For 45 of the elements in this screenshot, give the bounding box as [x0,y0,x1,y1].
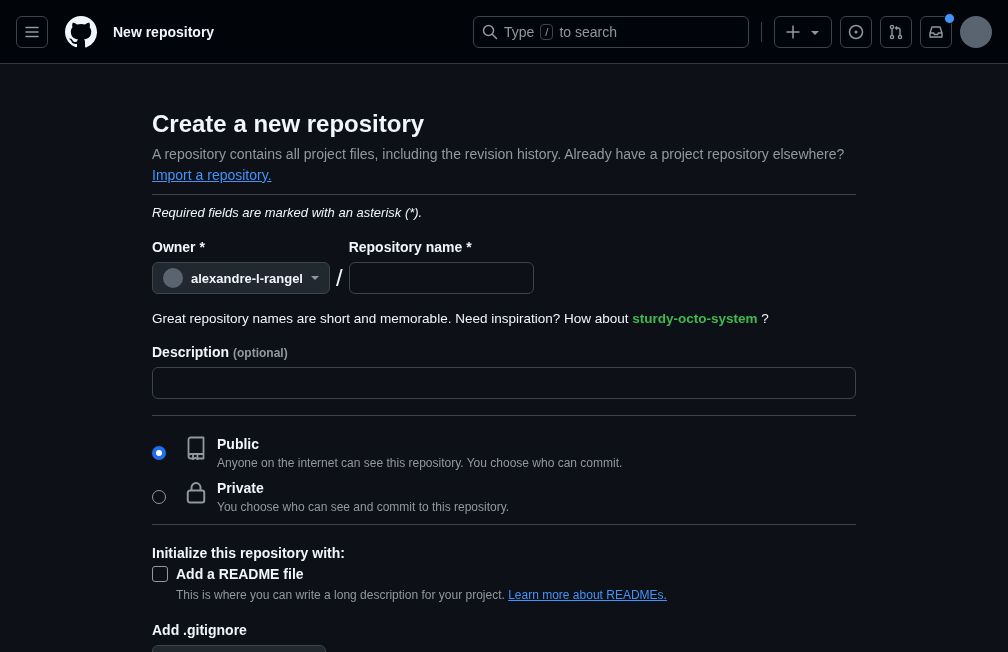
import-link[interactable]: Import a repository. [152,167,272,183]
inbox-button[interactable] [920,15,952,48]
menu-button[interactable] [16,15,48,48]
search-icon [482,23,498,40]
octocat-logo-icon[interactable] [65,15,97,48]
option-description: Anyone on the internet can see this repository. You choose who can commit. [217,456,623,470]
lock-icon [184,480,208,504]
pull-request-icon [888,23,904,40]
option-description: You choose who can see and commit to this repository. [217,500,510,514]
inbox-icon [928,23,944,40]
option-label: Private [217,480,265,496]
name-hint-text: Great repository names are short and memorable. Need inspiration? How about sturdy-octo-system ? [152,311,770,326]
field-label: Add .gitignore [152,622,248,638]
readme-description: This is where you can write a long description for your project. Learn more about READMEs. [176,588,668,602]
caret-icon [311,276,319,280]
circle-dot-icon [848,23,864,40]
search-field[interactable]: Type / to search [473,15,749,48]
search-hint: Type [504,23,535,40]
repository-name-field[interactable] [348,262,534,294]
field-label: Repository name * [348,239,473,255]
plus-caret-icon [785,23,821,40]
create-new-button[interactable] [774,15,832,48]
avatar [163,268,183,288]
page-title: New repository [113,23,215,40]
radio-button[interactable] [152,446,166,460]
section-label: Initialize this repository with: [152,545,346,561]
checkbox[interactable] [152,566,168,582]
issues-button[interactable] [840,15,872,48]
avatar[interactable] [960,15,992,48]
keyboard-key: / [540,23,554,40]
optional-note: (optional) [233,346,288,360]
checkbox-label: Add a README file [176,566,304,582]
readmes-link[interactable]: Learn more about READMEs. [508,588,667,602]
field-label: Description [152,344,229,360]
heading: Create a new repository [152,110,426,138]
field-label: Owner * [152,239,206,255]
pull-requests-button[interactable] [880,15,912,48]
owner-dropdown[interactable]: alexandre-l-rangel [152,262,330,294]
slash-separator: / [336,264,343,292]
description-field[interactable] [152,367,856,399]
name-suggestion[interactable]: sturdy-octo-system [632,311,758,326]
option-label: Public [217,436,260,452]
intro-text: A repository contains all project files, including the revision history. Already have a project repository elsewhere? Import a repository. [152,145,846,185]
search-hint: to search [559,23,617,40]
required-note: Required fields are marked with an asterisk (*). [152,205,424,220]
